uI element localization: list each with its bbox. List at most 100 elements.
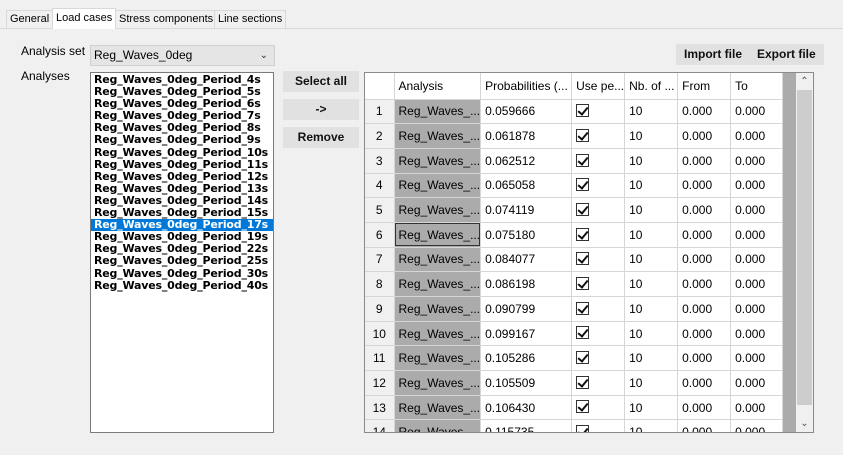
cell-probability[interactable]: 0.106430: [480, 395, 573, 421]
cell-from[interactable]: 0.000: [677, 247, 732, 273]
list-item[interactable]: Reg_Waves_0deg_Period_9s: [91, 134, 273, 146]
cell-to[interactable]: 0.000: [730, 419, 784, 432]
cell-nb-of[interactable]: 10: [624, 345, 679, 372]
grid-vertical-scrollbar[interactable]: ⌃ ⌄: [796, 73, 813, 432]
cell-probability[interactable]: 0.115735: [480, 419, 573, 432]
use-period-checkbox[interactable]: [576, 326, 590, 340]
remove-button[interactable]: Remove: [283, 127, 359, 148]
cell-to[interactable]: 0.000: [730, 222, 784, 248]
cell-nb-of[interactable]: 10: [624, 99, 679, 125]
table-row[interactable]: 1 Reg_Waves_... 0.059666 10 0.000 0.000: [365, 99, 784, 125]
table-row[interactable]: 12 Reg_Waves_... 0.105509 10 0.000 0.000: [365, 370, 784, 396]
cell-probability[interactable]: 0.090799: [480, 296, 573, 322]
cell-analysis[interactable]: Reg_Waves_...: [394, 247, 482, 273]
cell-nb-of[interactable]: 10: [624, 123, 679, 149]
use-period-checkbox[interactable]: [576, 400, 590, 414]
table-row[interactable]: 7 Reg_Waves_... 0.084077 10 0.000 0.000: [365, 247, 784, 273]
cell-from[interactable]: 0.000: [677, 99, 732, 125]
cell-probability[interactable]: 0.059666: [480, 99, 573, 125]
cell-nb-of[interactable]: 10: [624, 395, 679, 421]
list-item[interactable]: Reg_Waves_0deg_Period_30s: [91, 267, 273, 280]
cell-to[interactable]: 0.000: [730, 99, 784, 125]
cell-analysis[interactable]: Reg_Waves_...: [394, 173, 482, 199]
tab-stress-components[interactable]: Stress components: [115, 10, 218, 29]
tab-load-cases[interactable]: Load cases: [52, 8, 117, 29]
list-item[interactable]: Reg_Waves_0deg_Period_25s: [91, 255, 273, 267]
use-period-checkbox[interactable]: [576, 202, 590, 216]
add-arrow-button[interactable]: ->: [283, 99, 359, 120]
cell-nb-of[interactable]: 10: [624, 296, 679, 322]
column-header-use-period[interactable]: Use pe...: [571, 73, 626, 100]
use-period-checkbox[interactable]: [576, 351, 590, 365]
cell-probability[interactable]: 0.065058: [480, 173, 573, 199]
cell-probability[interactable]: 0.099167: [480, 321, 573, 347]
table-row[interactable]: 9 Reg_Waves_... 0.090799 10 0.000 0.000: [365, 296, 784, 322]
cell-to[interactable]: 0.000: [730, 247, 784, 273]
cell-use-period[interactable]: [571, 370, 626, 396]
select-all-button[interactable]: Select all: [283, 71, 359, 92]
table-row[interactable]: 4 Reg_Waves_... 0.065058 10 0.000 0.000: [365, 173, 784, 199]
table-row[interactable]: 3 Reg_Waves_... 0.062512 10 0.000 0.000: [365, 148, 784, 174]
cell-probability[interactable]: 0.061878: [480, 123, 573, 149]
cell-from[interactable]: 0.000: [677, 395, 732, 421]
cell-probability[interactable]: 0.075180: [480, 222, 573, 248]
cell-from[interactable]: 0.000: [677, 419, 732, 432]
use-period-checkbox[interactable]: [576, 153, 590, 167]
cell-probability[interactable]: 0.105286: [480, 345, 573, 372]
cell-to[interactable]: 0.000: [730, 321, 784, 347]
scroll-down-icon[interactable]: ⌄: [796, 415, 813, 432]
table-row[interactable]: 14 Reg_Waves_... 0.115735 10 0.000 0.000: [365, 419, 784, 432]
cell-use-period[interactable]: [571, 419, 626, 432]
cell-from[interactable]: 0.000: [677, 321, 732, 347]
cell-from[interactable]: 0.000: [677, 222, 732, 248]
cell-nb-of[interactable]: 10: [624, 271, 679, 297]
cell-use-period[interactable]: [571, 296, 626, 322]
cell-use-period[interactable]: [571, 247, 626, 273]
cell-to[interactable]: 0.000: [730, 370, 784, 396]
cell-from[interactable]: 0.000: [677, 148, 732, 174]
cell-nb-of[interactable]: 10: [624, 197, 679, 223]
cell-analysis[interactable]: Reg_Waves_...: [394, 222, 482, 248]
table-row[interactable]: 11 Reg_Waves_... 0.105286 10 0.000 0.000: [365, 345, 784, 372]
table-row[interactable]: 5 Reg_Waves_... 0.074119 10 0.000 0.000: [365, 197, 784, 223]
cell-use-period[interactable]: [571, 123, 626, 149]
cell-probability[interactable]: 0.084077: [480, 247, 573, 273]
cell-to[interactable]: 0.000: [730, 173, 784, 199]
cell-nb-of[interactable]: 10: [624, 419, 679, 432]
scrollbar-thumb[interactable]: [797, 90, 812, 405]
cell-probability[interactable]: 0.086198: [480, 271, 573, 297]
use-period-checkbox[interactable]: [576, 104, 590, 118]
cell-use-period[interactable]: [571, 173, 626, 199]
use-period-checkbox[interactable]: [576, 276, 590, 290]
cell-analysis[interactable]: Reg_Waves_...: [394, 296, 482, 322]
table-row[interactable]: 13 Reg_Waves_... 0.106430 10 0.000 0.000: [365, 395, 784, 421]
cell-use-period[interactable]: [571, 148, 626, 174]
list-item[interactable]: Reg_Waves_0deg_Period_11s: [91, 158, 273, 171]
cell-to[interactable]: 0.000: [730, 395, 784, 421]
cell-nb-of[interactable]: 10: [624, 247, 679, 273]
column-header-nb-of[interactable]: Nb. of ...: [624, 73, 679, 100]
analysis-set-dropdown[interactable]: Reg_Waves_0deg ⌄: [90, 45, 275, 66]
use-period-checkbox[interactable]: [576, 178, 590, 192]
cell-from[interactable]: 0.000: [677, 173, 732, 199]
cell-probability[interactable]: 0.074119: [480, 197, 573, 223]
use-period-checkbox[interactable]: [576, 425, 590, 432]
tab-general[interactable]: General: [6, 10, 54, 29]
cell-to[interactable]: 0.000: [730, 148, 784, 174]
use-period-checkbox[interactable]: [576, 252, 590, 266]
load-cases-grid[interactable]: Analysis Probabilities (... Use pe... Nb…: [364, 72, 814, 433]
table-row[interactable]: 2 Reg_Waves_... 0.061878 10 0.000 0.000: [365, 123, 784, 149]
cell-use-period[interactable]: [571, 345, 626, 372]
cell-analysis[interactable]: Reg_Waves_...: [394, 271, 482, 297]
cell-analysis[interactable]: Reg_Waves_...: [394, 419, 482, 432]
cell-analysis[interactable]: Reg_Waves_...: [394, 370, 482, 396]
cell-to[interactable]: 0.000: [730, 345, 784, 372]
analyses-listbox[interactable]: Reg_Waves_0deg_Period_4s Reg_Waves_0deg_P…: [90, 72, 274, 433]
cell-analysis[interactable]: Reg_Waves_...: [394, 345, 482, 372]
cell-to[interactable]: 0.000: [730, 271, 784, 297]
cell-from[interactable]: 0.000: [677, 271, 732, 297]
cell-use-period[interactable]: [571, 222, 626, 248]
cell-use-period[interactable]: [571, 321, 626, 347]
cell-nb-of[interactable]: 10: [624, 148, 679, 174]
cell-nb-of[interactable]: 10: [624, 222, 679, 248]
